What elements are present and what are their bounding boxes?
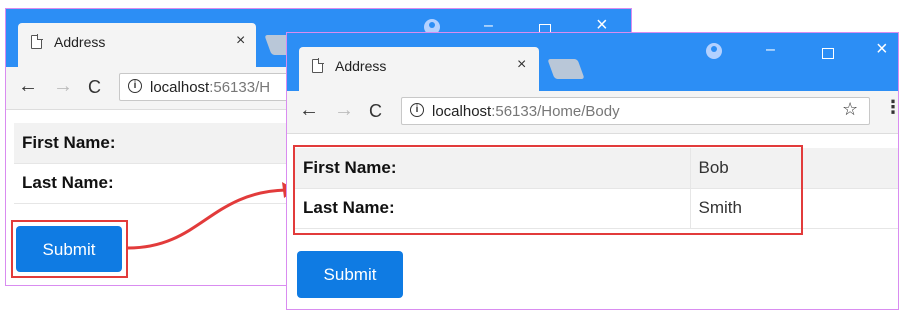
url-host: localhost: [432, 103, 492, 120]
info-icon[interactable]: i: [410, 103, 424, 117]
url-path: :56133/H: [209, 79, 271, 96]
forward-arrow-icon[interactable]: →: [334, 99, 354, 122]
window-close-icon[interactable]: ×: [876, 38, 888, 61]
tab-title: Address: [54, 34, 106, 50]
user-profile-icon[interactable]: [706, 43, 722, 59]
reload-icon[interactable]: C: [88, 77, 101, 98]
reload-icon[interactable]: C: [369, 101, 382, 122]
forward-arrow-icon[interactable]: →: [53, 75, 73, 98]
document-icon: [312, 58, 324, 73]
address-bar[interactable]: i localhost:56133/Home/Body ☆: [401, 97, 870, 125]
back-arrow-icon[interactable]: ←: [18, 75, 38, 98]
menu-icon[interactable]: ⋮: [884, 97, 898, 118]
browser-tab[interactable]: Address ×: [18, 23, 256, 67]
maximize-icon[interactable]: [822, 48, 834, 59]
tab-title: Address: [335, 58, 387, 74]
browser-tab[interactable]: Address ×: [299, 47, 539, 91]
table-highlight-box: [293, 145, 803, 235]
tab-close-icon[interactable]: ×: [236, 32, 245, 50]
url-text: localhost:56133/Home/Body: [432, 103, 620, 120]
browser-toolbar: ← → C i localhost:56133/Home/Body ☆ ⋮: [287, 91, 898, 134]
url-path: :56133/Home/Body: [491, 103, 620, 120]
url-text: localhost:56133/H: [150, 79, 270, 96]
minimize-icon[interactable]: –: [766, 41, 775, 59]
tab-close-icon[interactable]: ×: [517, 56, 526, 74]
back-arrow-icon[interactable]: ←: [299, 99, 319, 122]
new-tab-button[interactable]: [547, 59, 585, 79]
document-icon: [31, 34, 43, 49]
url-host: localhost: [150, 79, 210, 96]
title-bar: Address × – ×: [287, 33, 898, 91]
bookmark-star-icon[interactable]: ☆: [842, 99, 858, 120]
submit-highlight-box: [11, 220, 128, 278]
submit-button[interactable]: Submit: [297, 251, 403, 298]
info-icon[interactable]: i: [128, 79, 142, 93]
